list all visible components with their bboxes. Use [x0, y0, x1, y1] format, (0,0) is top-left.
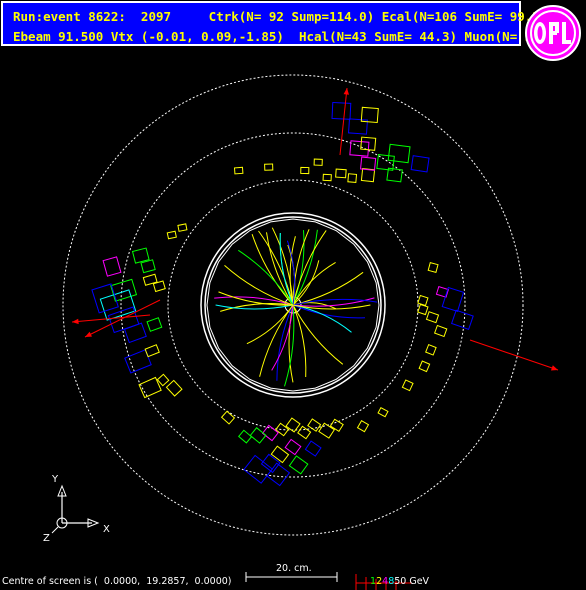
calo-block-45 [297, 425, 312, 440]
calo-block-64 [166, 230, 177, 240]
calo-block-51 [284, 438, 302, 456]
calo-block-8 [349, 140, 370, 157]
calo-block-21 [131, 247, 150, 264]
calo-block-50 [249, 427, 267, 444]
calo-block-16 [331, 101, 352, 120]
track-18 [288, 304, 294, 383]
muon-track-left-a [84, 299, 161, 338]
calo-block-36 [441, 286, 465, 312]
muon-track-up-head [343, 88, 349, 95]
track-27 [218, 291, 294, 306]
header-line-2: Ebeam 91.500 Vtx (-0.01, 0.09,-1.85) Hca… [13, 29, 540, 44]
calo-block-0 [335, 168, 347, 179]
calo-block-62 [165, 379, 183, 397]
calo-block-63 [156, 373, 170, 387]
calo-block-1 [347, 173, 358, 183]
calo-block-49 [329, 418, 344, 433]
calo-block-47 [307, 418, 322, 432]
calo-block-14 [387, 143, 411, 164]
calo-block-59 [356, 420, 370, 433]
track-22 [259, 304, 294, 377]
calo-block-2 [322, 173, 332, 182]
calo-block-20 [140, 259, 156, 274]
calo-block-55 [288, 455, 309, 475]
calo-block-27 [146, 317, 163, 332]
calo-block-65 [177, 223, 188, 232]
calo-block-26 [123, 322, 147, 344]
calo-block-22 [110, 278, 138, 302]
calo-block-37 [450, 309, 474, 330]
track-29 [292, 298, 378, 306]
z-axis-line [51, 526, 59, 534]
calo-block-4 [313, 158, 323, 166]
calo-block-5 [300, 166, 310, 175]
header-line-1: Run:event 8622: 2097 Ctrk(N= 92 Sump=114… [13, 9, 548, 24]
z-axis-label: Z [43, 533, 50, 544]
x-axis-label: X [103, 524, 110, 535]
calo-block-60 [377, 406, 389, 418]
calo-block-58 [237, 429, 253, 444]
calo-block-24 [107, 306, 140, 334]
muon-track-right-head [551, 365, 558, 371]
track-16 [292, 304, 344, 365]
calo-block-33 [417, 303, 429, 316]
calo-block-52 [270, 445, 290, 464]
screen-centre-readout: Centre of screen is ( 0.0000, 19.2857, 0… [2, 576, 232, 587]
calo-block-32 [417, 294, 429, 307]
calo-block-7 [233, 166, 244, 175]
calo-block-41 [401, 379, 414, 392]
calo-block-34 [425, 311, 440, 324]
energy-scale-labels: 124850 GeV [364, 565, 429, 587]
calo-block-31 [102, 256, 122, 277]
calo-block-6 [264, 163, 274, 171]
calo-block-42 [427, 261, 439, 274]
muon-track-left-b [71, 314, 151, 323]
muon-track-right [469, 339, 559, 371]
calo-block-57 [266, 462, 291, 487]
y-axis-label: Y [51, 474, 59, 485]
calo-block-53 [304, 440, 322, 457]
calo-block-38 [433, 324, 448, 338]
event-header-panel: Run:event 8622: 2097 Ctrk(N= 92 Sump=114… [1, 1, 547, 46]
muon-track-left-b-head [72, 318, 79, 325]
event-display: Y X Z [43, 74, 559, 590]
calo-block-39 [425, 343, 437, 356]
calo-block-61 [220, 410, 236, 425]
calo-block-48 [318, 422, 336, 439]
energy-label-50gev: 50 GeV [394, 576, 430, 587]
calo-block-15 [410, 155, 430, 173]
scale-label: 20. cm. [276, 563, 312, 574]
calo-block-40 [418, 360, 431, 373]
track-25 [215, 304, 294, 310]
calo-block-46 [261, 424, 279, 442]
muon-track-up [339, 87, 348, 156]
calo-block-29 [144, 344, 160, 358]
opal-logo-icon [525, 5, 581, 61]
